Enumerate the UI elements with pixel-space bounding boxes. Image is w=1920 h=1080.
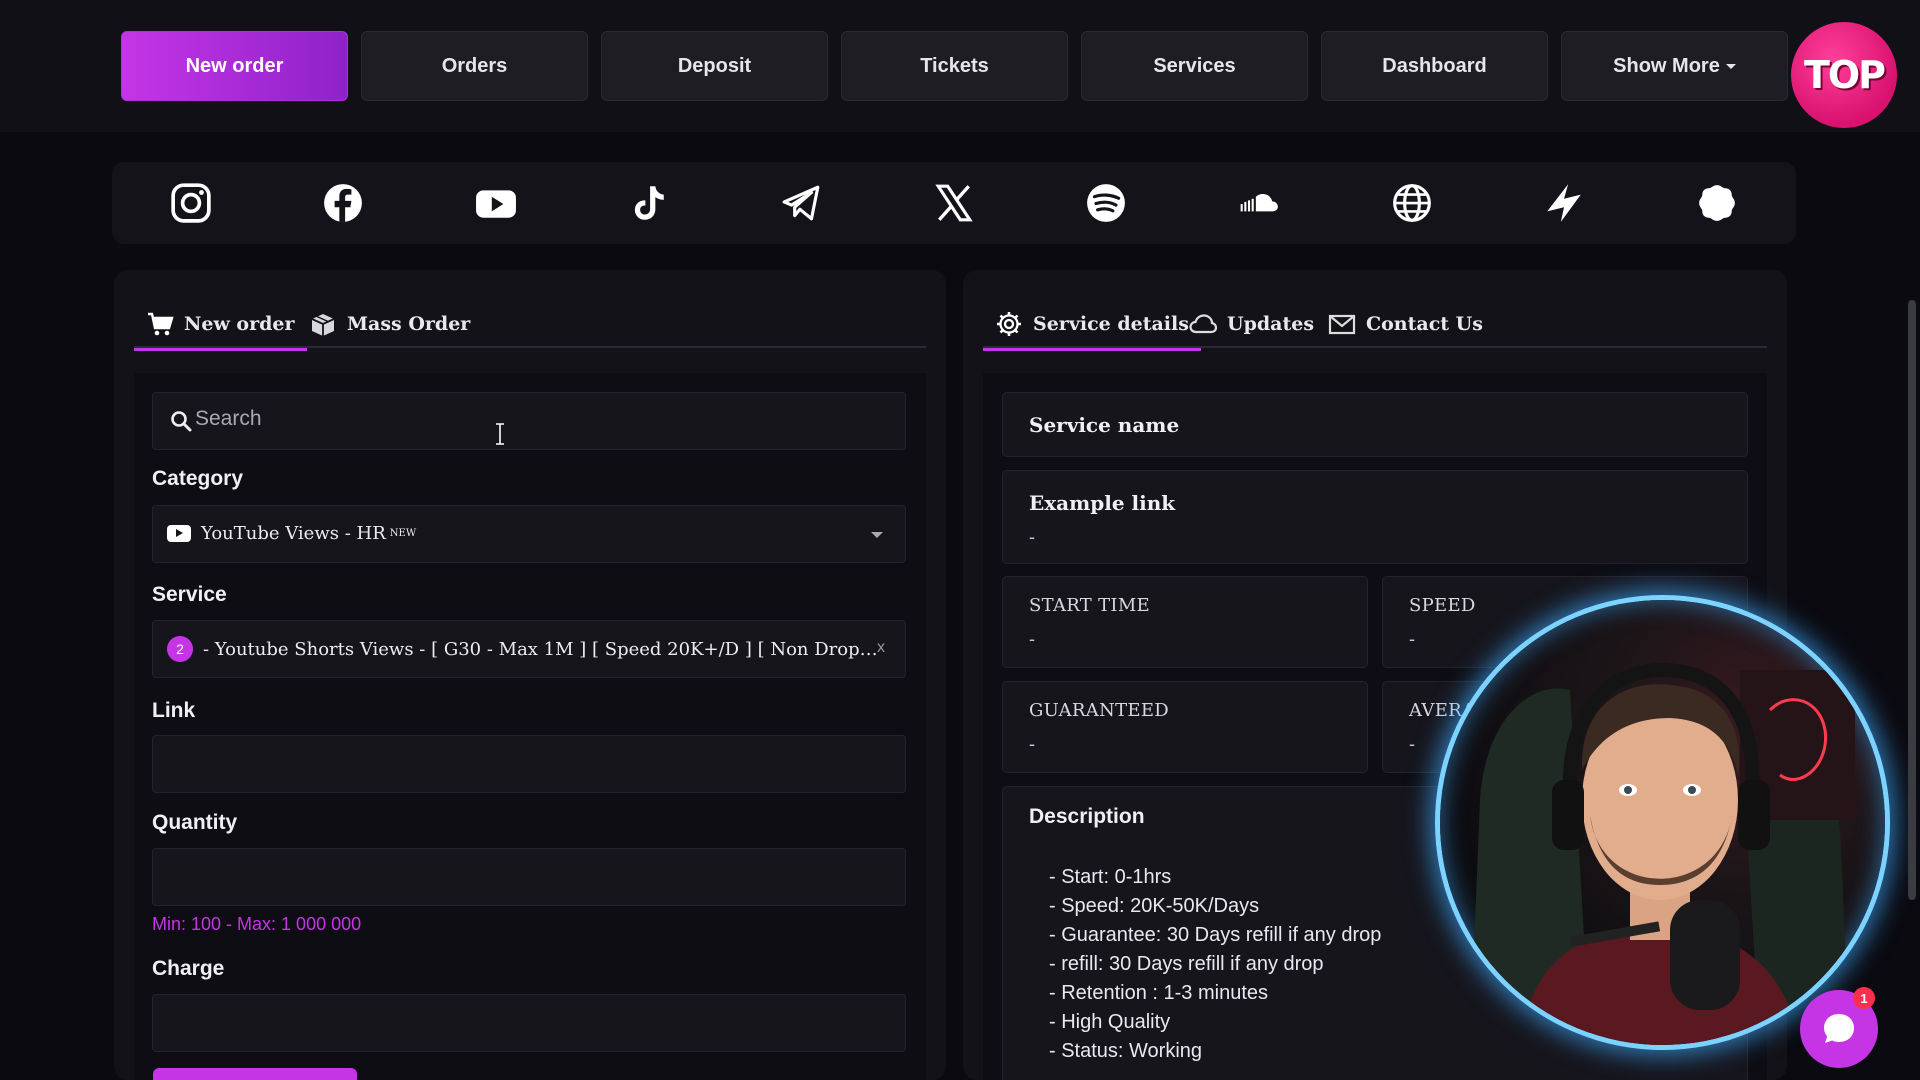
new-tag: NEW: [389, 528, 417, 539]
nav-deposit-button[interactable]: Deposit: [601, 31, 828, 101]
chevron-down-icon: [871, 532, 883, 538]
chevron-down-icon: [1725, 63, 1736, 69]
nav-services-button[interactable]: Services: [1081, 31, 1308, 101]
nav-dashboard-button[interactable]: Dashboard: [1321, 31, 1548, 101]
submit-button[interactable]: [153, 1068, 357, 1080]
show-more-label: Show More: [1613, 54, 1720, 77]
facebook-icon[interactable]: [322, 182, 364, 224]
nav-show-more-button[interactable]: Show More: [1561, 31, 1788, 101]
guaranteed-card: GUARANTEED -: [1002, 681, 1368, 773]
platform-filter-bar: [112, 162, 1796, 244]
order-tabs: New order Mass Order: [134, 300, 926, 351]
youtube-icon[interactable]: [475, 182, 517, 224]
search-icon: [171, 411, 192, 432]
tab-contact-us-label: Contact Us: [1366, 313, 1483, 335]
tab-contact-us[interactable]: Contact Us: [1316, 300, 1495, 348]
streamer-portrait: [1470, 662, 1855, 1045]
charge-field: [152, 994, 906, 1052]
start-time-card: START TIME -: [1002, 576, 1368, 668]
page-scrollbar[interactable]: [1908, 300, 1916, 900]
speed-label: SPEED: [1409, 595, 1476, 616]
nav-new-order-button[interactable]: New order: [121, 31, 348, 101]
quantity-input[interactable]: [152, 848, 906, 906]
description-line: - Retention : 1-3 minutes: [1049, 982, 1268, 1004]
description-title: Description: [1029, 805, 1145, 828]
tab-mass-order-label: Mass Order: [347, 313, 471, 335]
start-time-value: -: [1029, 629, 1035, 649]
service-label: Service: [152, 583, 227, 606]
badge-icon[interactable]: [1696, 182, 1738, 224]
gear-icon: [997, 312, 1021, 336]
mail-icon: [1328, 314, 1356, 335]
description-line: - Speed: 20K-50K/Days: [1049, 895, 1260, 917]
example-link-card: Example link -: [1002, 470, 1748, 564]
charge-label: Charge: [152, 957, 225, 980]
description-list: - Start: 0-1hrs - Speed: 20K-50K/Days - …: [1049, 863, 1381, 1066]
brand-logo[interactable]: TOP: [1791, 22, 1897, 128]
link-input[interactable]: [152, 735, 906, 793]
category-select[interactable]: YouTube Views - HR NEW: [152, 505, 906, 563]
globe-icon[interactable]: [1391, 182, 1433, 224]
guaranteed-value: -: [1029, 734, 1035, 754]
description-line: - Status: Working: [1049, 1040, 1203, 1062]
service-selected: 2 - Youtube Shorts Views - [ G30 - Max 1…: [167, 636, 883, 662]
speed-value: -: [1409, 629, 1415, 649]
youtube-icon: [167, 525, 191, 542]
description-line: - Guarantee: 30 Days refill if any drop: [1049, 924, 1382, 946]
tiktok-icon[interactable]: [627, 182, 669, 224]
cart-icon: [148, 312, 174, 336]
quantity-limits: Min: 100 - Max: 1 000 000: [152, 914, 362, 934]
start-time-label: START TIME: [1029, 595, 1151, 616]
average-value: -: [1409, 734, 1415, 754]
tab-mass-order[interactable]: Mass Order: [297, 300, 482, 348]
tab-updates-label: Updates: [1227, 313, 1315, 335]
soundcloud-icon[interactable]: [1238, 182, 1280, 224]
service-value: - Youtube Shorts Views - [ G30 - Max 1M …: [203, 638, 883, 660]
example-link-value: -: [1029, 527, 1035, 547]
tab-new-order-label: New order: [184, 313, 295, 335]
spotify-icon[interactable]: [1085, 182, 1127, 224]
category-label: Category: [152, 467, 244, 490]
cloud-icon: [1189, 314, 1217, 334]
clear-selection-icon[interactable]: x: [877, 639, 885, 657]
info-tabs: Service details Updates Contact Us: [983, 300, 1767, 351]
instagram-icon[interactable]: [170, 182, 212, 224]
link-label: Link: [152, 699, 196, 722]
telegram-icon[interactable]: [780, 182, 822, 224]
tab-service-details-label: Service details: [1033, 313, 1189, 335]
service-name: Service name: [1029, 413, 1180, 437]
logo-text: TOP: [1803, 53, 1886, 97]
tab-new-order[interactable]: New order: [134, 300, 307, 351]
tab-updates[interactable]: Updates: [1177, 300, 1326, 348]
category-selected: YouTube Views - HR NEW: [167, 523, 416, 544]
category-value: YouTube Views - HR: [201, 523, 386, 544]
nav-orders-button[interactable]: Orders: [361, 31, 588, 101]
search-input[interactable]: [195, 407, 875, 431]
nav-tickets-button[interactable]: Tickets: [841, 31, 1068, 101]
description-line: - refill: 30 Days refill if any drop: [1049, 953, 1324, 975]
service-select[interactable]: 2 - Youtube Shorts Views - [ G30 - Max 1…: [152, 620, 906, 678]
webcam-overlay: [1440, 600, 1885, 1045]
spark-icon[interactable]: [1543, 182, 1585, 224]
service-search-field[interactable]: [152, 392, 906, 450]
service-id-badge: 2: [167, 636, 193, 662]
description-line: - High Quality: [1049, 1011, 1171, 1033]
guaranteed-label: GUARANTEED: [1029, 700, 1170, 721]
tab-service-details[interactable]: Service details: [983, 300, 1201, 351]
boxes-icon: [311, 314, 335, 336]
chat-notification-badge: 1: [1853, 987, 1875, 1009]
quantity-label: Quantity: [152, 811, 238, 834]
text-cursor-icon: [496, 423, 504, 445]
chat-bubble-icon: [1824, 1014, 1854, 1043]
order-form: [134, 373, 926, 1080]
top-navbar: New order Orders Deposit Tickets Service…: [0, 0, 1920, 132]
description-line: - Start: 0-1hrs: [1049, 866, 1172, 888]
example-link-label: Example link: [1029, 491, 1176, 515]
service-name-card: Service name: [1002, 392, 1748, 457]
x-icon[interactable]: [933, 182, 975, 224]
